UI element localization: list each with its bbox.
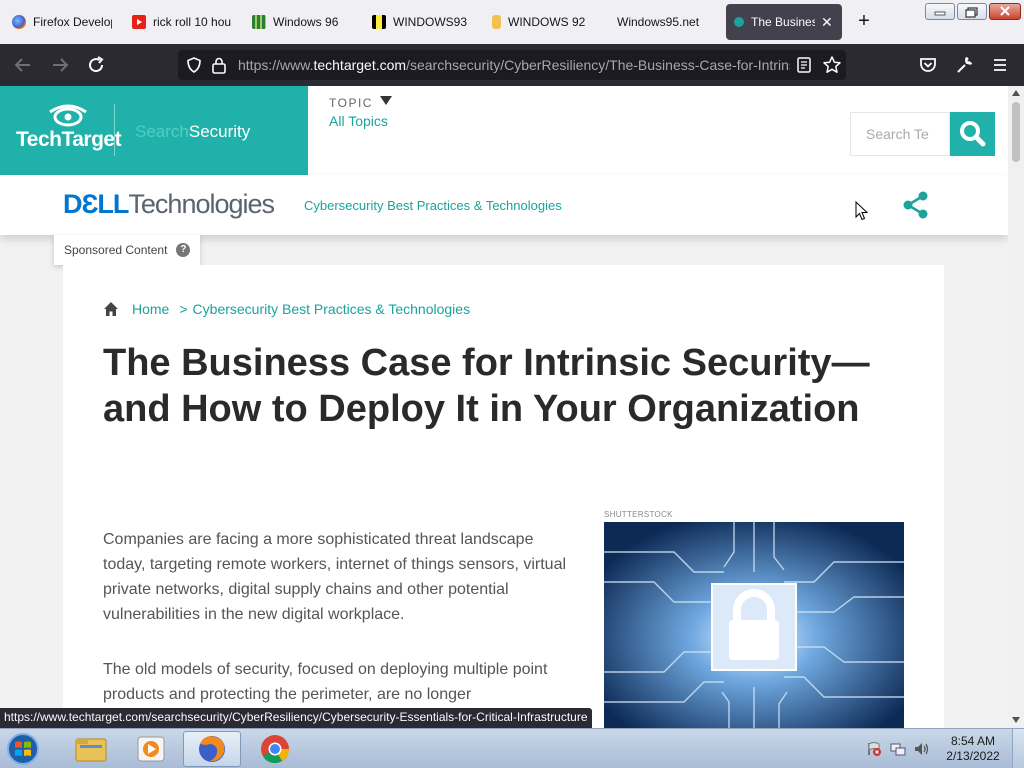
brand-divider xyxy=(114,104,115,156)
article-title: The Business Case for Intrinsic Security… xyxy=(103,342,870,430)
topic-label[interactable]: TOPIC xyxy=(329,96,373,110)
taskbar-media-player[interactable] xyxy=(122,731,180,767)
back-arrow-icon xyxy=(14,58,30,72)
breadcrumb: Home > Cybersecurity Best Practices & Te… xyxy=(103,301,470,317)
windows92-icon xyxy=(492,15,501,29)
back-button[interactable] xyxy=(11,53,35,77)
tab-firefox-developer[interactable]: Firefox Develop xyxy=(4,4,120,40)
wrench-icon xyxy=(957,57,972,73)
youtube-icon xyxy=(132,15,146,29)
minimize-button[interactable] xyxy=(925,3,955,20)
scrollbar-thumb[interactable] xyxy=(1012,102,1020,162)
page-viewport: TechTarget SearchSecurity TOPIC All Topi… xyxy=(0,86,1008,728)
forward-arrow-icon xyxy=(53,58,69,72)
techtarget-icon xyxy=(734,17,744,27)
circuit-padlock-image xyxy=(604,522,904,728)
taskbar-chrome[interactable] xyxy=(246,731,304,767)
site-header: TechTarget SearchSecurity TOPIC All Topi… xyxy=(0,86,1008,175)
site-section-name[interactable]: SearchSecurity xyxy=(135,122,250,142)
home-icon[interactable] xyxy=(103,301,119,317)
hamburger-menu-icon xyxy=(994,59,1006,71)
sponsor-bar: DƐLLTechnologies Cybersecurity Best Prac… xyxy=(0,175,1008,235)
search-input[interactable]: Search Te xyxy=(850,112,950,156)
taskbar: 8:54 AM 2/13/2022 xyxy=(0,728,1024,768)
reader-view-icon[interactable] xyxy=(796,56,812,74)
volume-icon[interactable] xyxy=(913,741,931,757)
lock-icon[interactable] xyxy=(211,56,227,74)
help-icon[interactable]: ? xyxy=(176,243,191,257)
navigation-toolbar: https://www.techtarget.com/searchsecurit… xyxy=(0,44,1024,86)
status-bar-url: https://www.techtarget.com/searchsecurit… xyxy=(0,708,592,729)
extensions-button[interactable] xyxy=(952,53,976,77)
taskbar-explorer[interactable] xyxy=(62,731,120,767)
network-icon[interactable] xyxy=(890,741,906,757)
tab-rick-roll[interactable]: rick roll 10 hou xyxy=(124,4,240,40)
sponsored-content-badge[interactable]: Sponsored Content ? xyxy=(54,235,201,265)
window-close-button[interactable] xyxy=(989,3,1021,20)
sponsor-category-link[interactable]: Cybersecurity Best Practices & Technolog… xyxy=(304,198,562,213)
system-clock[interactable]: 8:54 AM 2/13/2022 xyxy=(945,734,1001,764)
tab-strip: Firefox Develop rick roll 10 hou Windows… xyxy=(0,0,1024,44)
url-text[interactable]: https://www.techtarget.com/searchsecurit… xyxy=(238,57,790,73)
forward-button[interactable] xyxy=(48,53,72,77)
reload-icon xyxy=(89,56,104,73)
scroll-down-icon[interactable] xyxy=(1011,716,1021,724)
reload-button[interactable] xyxy=(84,53,108,77)
brand-name: TechTarget xyxy=(16,128,122,151)
mouse-cursor-icon xyxy=(855,201,869,221)
explorer-icon xyxy=(75,738,107,762)
article-paragraph: The old models of security, focused on d… xyxy=(103,661,548,703)
action-center-flag-icon[interactable] xyxy=(866,741,882,757)
menu-button[interactable] xyxy=(988,53,1012,77)
address-bar[interactable]: https://www.techtarget.com/searchsecurit… xyxy=(178,50,846,80)
tab-windows96[interactable]: Windows 96 xyxy=(244,4,360,40)
share-icon[interactable] xyxy=(900,189,932,221)
breadcrumb-category-link[interactable]: Cybersecurity Best Practices & Technolog… xyxy=(193,301,471,317)
tab-windows95net[interactable]: Windows95.net xyxy=(604,4,720,40)
pocket-icon xyxy=(920,58,936,72)
breadcrumb-separator: > xyxy=(179,301,188,317)
chevron-down-icon[interactable] xyxy=(380,96,392,105)
windows96-icon xyxy=(252,15,266,29)
search-icon xyxy=(960,121,986,147)
pocket-button[interactable] xyxy=(916,53,940,77)
all-topics-link[interactable]: All Topics xyxy=(329,113,388,129)
tab-the-business-case[interactable]: The Business ✕ xyxy=(726,4,842,40)
windows93-icon xyxy=(372,15,386,29)
tab-windows92[interactable]: WINDOWS 92 xyxy=(484,4,600,40)
vertical-scrollbar[interactable] xyxy=(1008,86,1024,728)
bookmark-star-icon[interactable] xyxy=(822,55,842,75)
close-tab-icon[interactable]: ✕ xyxy=(821,14,833,31)
article-card: Home > Cybersecurity Best Practices & Te… xyxy=(63,265,944,728)
media-player-icon xyxy=(137,736,165,762)
dell-technologies-logo[interactable]: DƐLLTechnologies xyxy=(63,189,275,220)
start-button[interactable] xyxy=(4,731,42,767)
show-desktop-button[interactable] xyxy=(1012,729,1024,768)
firefox-icon xyxy=(12,15,26,29)
new-tab-button[interactable]: + xyxy=(852,10,876,34)
maximize-button[interactable] xyxy=(957,3,987,20)
brand-panel[interactable]: TechTarget SearchSecurity xyxy=(0,86,308,175)
breadcrumb-home-link[interactable]: Home xyxy=(132,301,169,317)
tracking-shield-icon[interactable] xyxy=(185,56,203,74)
article-paragraph: Companies are facing a more sophisticate… xyxy=(103,531,567,623)
firefox-icon xyxy=(199,736,225,762)
image-credit: SHUTTERSTOCK xyxy=(604,510,673,519)
scroll-up-icon[interactable] xyxy=(1011,89,1021,97)
tab-windows93[interactable]: WINDOWS93 xyxy=(364,4,480,40)
chrome-icon xyxy=(261,735,289,764)
search-button[interactable] xyxy=(950,112,995,156)
taskbar-firefox[interactable] xyxy=(183,731,241,767)
